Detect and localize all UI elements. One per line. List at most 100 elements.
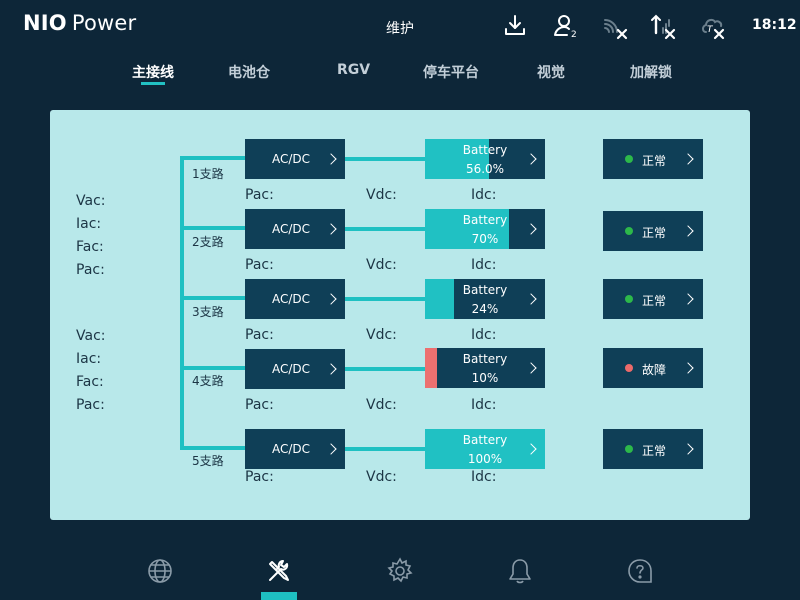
- user-2-icon[interactable]: 2: [552, 12, 580, 40]
- svg-text:T: T: [707, 25, 714, 35]
- vdc-label: Vdc:: [366, 397, 397, 413]
- tab-battery-bay[interactable]: 电池仓: [228, 62, 270, 82]
- idc-label: Idc:: [471, 257, 497, 273]
- vdc-label: Vdc:: [366, 257, 397, 273]
- acdc-label: AC/DC: [272, 292, 311, 306]
- vac-label: Vac:: [76, 328, 106, 344]
- pac-label: Pac:: [76, 262, 105, 278]
- status-dot-icon: [625, 155, 633, 163]
- battery-value: 24%: [471, 302, 499, 316]
- tab-vision[interactable]: 视觉: [537, 62, 565, 82]
- branch-line: [180, 446, 246, 450]
- tab-main-wiring[interactable]: 主接线: [132, 62, 174, 82]
- dc-link-line: [345, 297, 425, 301]
- pac-label: Pac:: [76, 397, 105, 413]
- status-dot-icon: [625, 445, 633, 453]
- fac-label: Fac:: [76, 374, 104, 390]
- acdc-label: AC/DC: [272, 152, 311, 166]
- logo-bold: NIO: [23, 11, 67, 35]
- main-wiring-panel: Vac: Iac: Fac: Pac: Vac: Iac: Fac: Pac: …: [50, 110, 750, 520]
- vac-label: Vac:: [76, 193, 106, 209]
- iac-label: Iac:: [76, 351, 102, 367]
- battery-button[interactable]: Battery 70%: [425, 209, 545, 249]
- page-title: 维护: [386, 21, 414, 37]
- fac-label: Fac:: [76, 239, 104, 255]
- status-label: 正常: [642, 226, 667, 240]
- idc-label: Idc:: [471, 187, 497, 203]
- battery-button[interactable]: Battery 56.0%: [425, 139, 545, 179]
- pac-label: Pac:: [245, 327, 274, 343]
- status-button[interactable]: 故障: [603, 348, 703, 388]
- acdc-label: AC/DC: [272, 442, 311, 456]
- pac-label: Pac:: [245, 397, 274, 413]
- iac-label: Iac:: [76, 216, 102, 232]
- branch-label: 1支路: [192, 167, 224, 181]
- dc-link-line: [345, 447, 425, 451]
- status-dot-icon: [625, 227, 633, 235]
- status-label: 正常: [642, 154, 667, 168]
- idc-label: Idc:: [471, 397, 497, 413]
- wrench-screwdriver-icon[interactable]: [264, 556, 294, 586]
- chevron-right-icon: [325, 363, 337, 375]
- acdc-label: AC/DC: [272, 362, 311, 376]
- acdc-converter-button[interactable]: AC/DC: [245, 429, 345, 469]
- pac-label: Pac:: [245, 469, 274, 485]
- active-nav-indicator: [261, 592, 297, 600]
- tab-lock-unlock[interactable]: 加解锁: [630, 62, 672, 82]
- status-button[interactable]: 正常: [603, 279, 703, 319]
- vdc-label: Vdc:: [366, 327, 397, 343]
- acdc-label: AC/DC: [272, 222, 311, 236]
- gear-icon[interactable]: [385, 556, 415, 586]
- acdc-converter-button[interactable]: AC/DC: [245, 279, 345, 319]
- bell-icon[interactable]: [505, 556, 535, 586]
- chevron-right-icon: [325, 293, 337, 305]
- chevron-right-icon: [682, 293, 694, 305]
- status-dot-icon: [625, 295, 633, 303]
- battery-label: Battery: [462, 433, 508, 447]
- download-icon[interactable]: [501, 12, 529, 40]
- battery-button[interactable]: Battery 100%: [425, 429, 545, 469]
- branch-line: [180, 156, 246, 160]
- clock: 18:12: [752, 17, 797, 33]
- chevron-right-icon: [682, 443, 694, 455]
- status-label: 正常: [642, 444, 667, 458]
- status-button[interactable]: 正常: [603, 429, 703, 469]
- acdc-converter-button[interactable]: AC/DC: [245, 209, 345, 249]
- battery-value: 100%: [467, 452, 503, 466]
- battery-value: 10%: [471, 371, 499, 385]
- globe-icon[interactable]: [145, 556, 175, 586]
- tab-parking-platform[interactable]: 停车平台: [423, 62, 479, 82]
- status-button[interactable]: 正常: [603, 139, 703, 179]
- idc-label: Idc:: [471, 469, 497, 485]
- chevron-right-icon: [682, 225, 694, 237]
- signal-off-icon[interactable]: [651, 12, 679, 40]
- status-label: 故障: [642, 363, 667, 377]
- battery-value: 56.0%: [465, 162, 505, 176]
- help-icon[interactable]: [625, 556, 655, 586]
- wifi-off-icon[interactable]: [601, 12, 629, 40]
- battery-button[interactable]: Battery 10%: [425, 348, 545, 388]
- vdc-label: Vdc:: [366, 187, 397, 203]
- branch-label: 4支路: [192, 374, 224, 388]
- ac-bus-line: [180, 156, 184, 450]
- battery-label: Battery: [462, 352, 508, 366]
- cloud-off-icon[interactable]: T: [700, 12, 728, 40]
- dc-link-line: [345, 227, 425, 231]
- dc-link-line: [345, 157, 425, 161]
- chevron-right-icon: [682, 153, 694, 165]
- app-logo: NIO Power: [23, 11, 136, 35]
- branch-label: 2支路: [192, 235, 224, 249]
- battery-label: Battery: [462, 213, 508, 227]
- dc-link-line: [345, 367, 425, 371]
- chevron-right-icon: [325, 153, 337, 165]
- branch-line: [180, 366, 246, 370]
- tab-rgv[interactable]: RGV: [337, 62, 370, 78]
- acdc-converter-button[interactable]: AC/DC: [245, 349, 345, 389]
- acdc-converter-button[interactable]: AC/DC: [245, 139, 345, 179]
- status-button[interactable]: 正常: [603, 211, 703, 251]
- pac-label: Pac:: [245, 257, 274, 273]
- branch-label: 3支路: [192, 305, 224, 319]
- branch-line: [180, 296, 246, 300]
- battery-button[interactable]: Battery 24%: [425, 279, 545, 319]
- pac-label: Pac:: [245, 187, 274, 203]
